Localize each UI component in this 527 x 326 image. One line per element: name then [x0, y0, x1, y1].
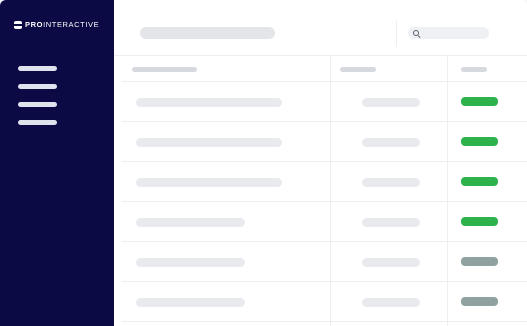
- table-cell-value: [362, 218, 420, 227]
- table-row[interactable]: [122, 242, 527, 282]
- search-input[interactable]: [408, 27, 489, 39]
- column-header-name[interactable]: [132, 67, 197, 72]
- brand-logo[interactable]: PROINTERACTIVE: [14, 20, 99, 29]
- table-cell-value: [362, 258, 420, 267]
- table-row[interactable]: [122, 162, 527, 202]
- sidebar-item-3[interactable]: [18, 102, 57, 107]
- brand-name-light: INTERACTIVE: [43, 20, 100, 29]
- status-badge: [461, 297, 498, 306]
- table-row[interactable]: [122, 122, 527, 162]
- brand-name-bold: PRO: [25, 20, 44, 29]
- search-icon: [413, 29, 420, 37]
- sidebar-nav: [18, 66, 57, 138]
- table-header: [122, 56, 527, 82]
- table-cell-name: [136, 178, 282, 187]
- app-window: PROINTERACTIVE: [0, 0, 527, 326]
- sidebar-item-4[interactable]: [18, 120, 57, 125]
- status-badge: [461, 177, 498, 186]
- table-row[interactable]: [122, 202, 527, 242]
- column-header-status[interactable]: [461, 67, 487, 72]
- topbar-divider: [396, 21, 397, 47]
- main-panel: [114, 0, 527, 326]
- brand-name: PROINTERACTIVE: [25, 20, 99, 29]
- status-badge: [461, 137, 498, 146]
- table-cell-name: [136, 218, 245, 227]
- page-title-placeholder: [140, 27, 275, 39]
- table-cell-name: [136, 258, 245, 267]
- table-cell-name: [136, 298, 245, 307]
- sidebar-item-2[interactable]: [18, 84, 57, 89]
- table-row[interactable]: [122, 82, 527, 122]
- status-badge: [461, 97, 498, 106]
- status-badge: [461, 217, 498, 226]
- table-cell-value: [362, 178, 420, 187]
- table-cell-value: [362, 98, 420, 107]
- column-header-value[interactable]: [340, 67, 376, 72]
- table-cell-name: [136, 138, 282, 147]
- sidebar: PROINTERACTIVE: [0, 0, 114, 326]
- table-row[interactable]: [122, 282, 527, 322]
- sidebar-item-1[interactable]: [18, 66, 57, 71]
- brand-logo-icon: [14, 20, 22, 29]
- table-cell-name: [136, 98, 282, 107]
- top-bar: [114, 0, 527, 56]
- table-cell-value: [362, 138, 420, 147]
- data-table: [122, 56, 527, 326]
- table-cell-value: [362, 298, 420, 307]
- status-badge: [461, 257, 498, 266]
